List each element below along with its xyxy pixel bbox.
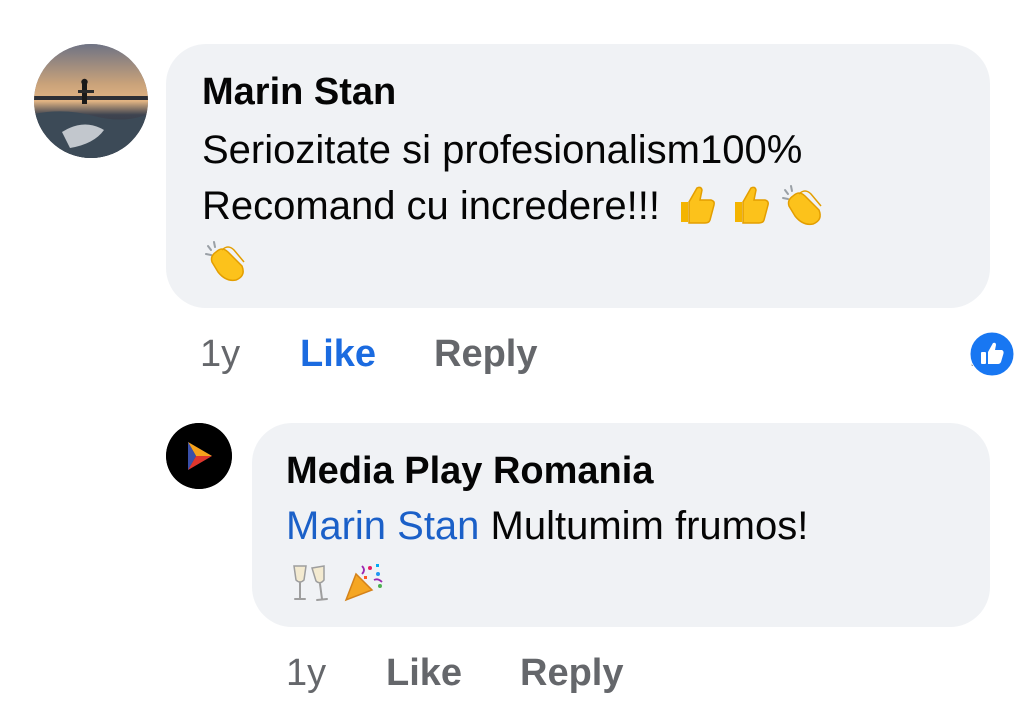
- comment-line: Recomand cu incredere!!!: [202, 184, 661, 228]
- comment-bubble: Marin Stan Seriozitate si profesionalism…: [166, 44, 990, 308]
- clapping-hands-icon: [202, 236, 250, 284]
- comment-line: Seriozitate si profesionalism100%: [202, 128, 803, 172]
- like-button[interactable]: Like: [386, 650, 462, 696]
- party-popper-icon: [340, 558, 388, 606]
- reply-button[interactable]: Reply: [520, 650, 623, 696]
- thumbs-up-icon: [671, 180, 719, 228]
- comment-line: Marin Stan Multumim frumos!: [286, 497, 956, 555]
- reaction-summary[interactable]: 1: [969, 331, 1015, 377]
- champagne-glasses-icon: [286, 558, 334, 606]
- reply-button[interactable]: Reply: [434, 331, 537, 377]
- avatar-marin-stan[interactable]: [34, 44, 148, 158]
- comment-author[interactable]: Media Play Romania: [286, 447, 956, 495]
- comment-emoji-line: [202, 234, 954, 290]
- thumbs-up-icon: [725, 180, 773, 228]
- reply-bubble: Media Play Romania Marin Stan Multumim f…: [252, 423, 990, 627]
- comment-emoji-line: [286, 555, 956, 613]
- comment-timestamp[interactable]: 1y: [286, 650, 326, 696]
- landscape-photo-icon: [34, 44, 148, 158]
- comment-timestamp[interactable]: 1y: [200, 331, 240, 377]
- like-button[interactable]: Like: [300, 331, 376, 377]
- mention-link[interactable]: Marin Stan: [286, 504, 479, 548]
- comment-body: Seriozitate si profesionalism100% Recoma…: [202, 122, 954, 290]
- comment-thread: Marin Stan Seriozitate si profesionalism…: [0, 0, 1024, 710]
- like-reaction-icon: [969, 331, 1015, 377]
- comment-author[interactable]: Marin Stan: [202, 68, 954, 116]
- avatar-media-play-romania[interactable]: [166, 423, 232, 489]
- media-play-logo-icon: [166, 423, 232, 489]
- clapping-hands-icon: [779, 180, 827, 228]
- comment-line-with-emoji: Recomand cu incredere!!!: [202, 178, 954, 234]
- comment-text: Multumim frumos!: [479, 504, 809, 548]
- comment-body: Marin Stan Multumim frumos!: [286, 497, 956, 613]
